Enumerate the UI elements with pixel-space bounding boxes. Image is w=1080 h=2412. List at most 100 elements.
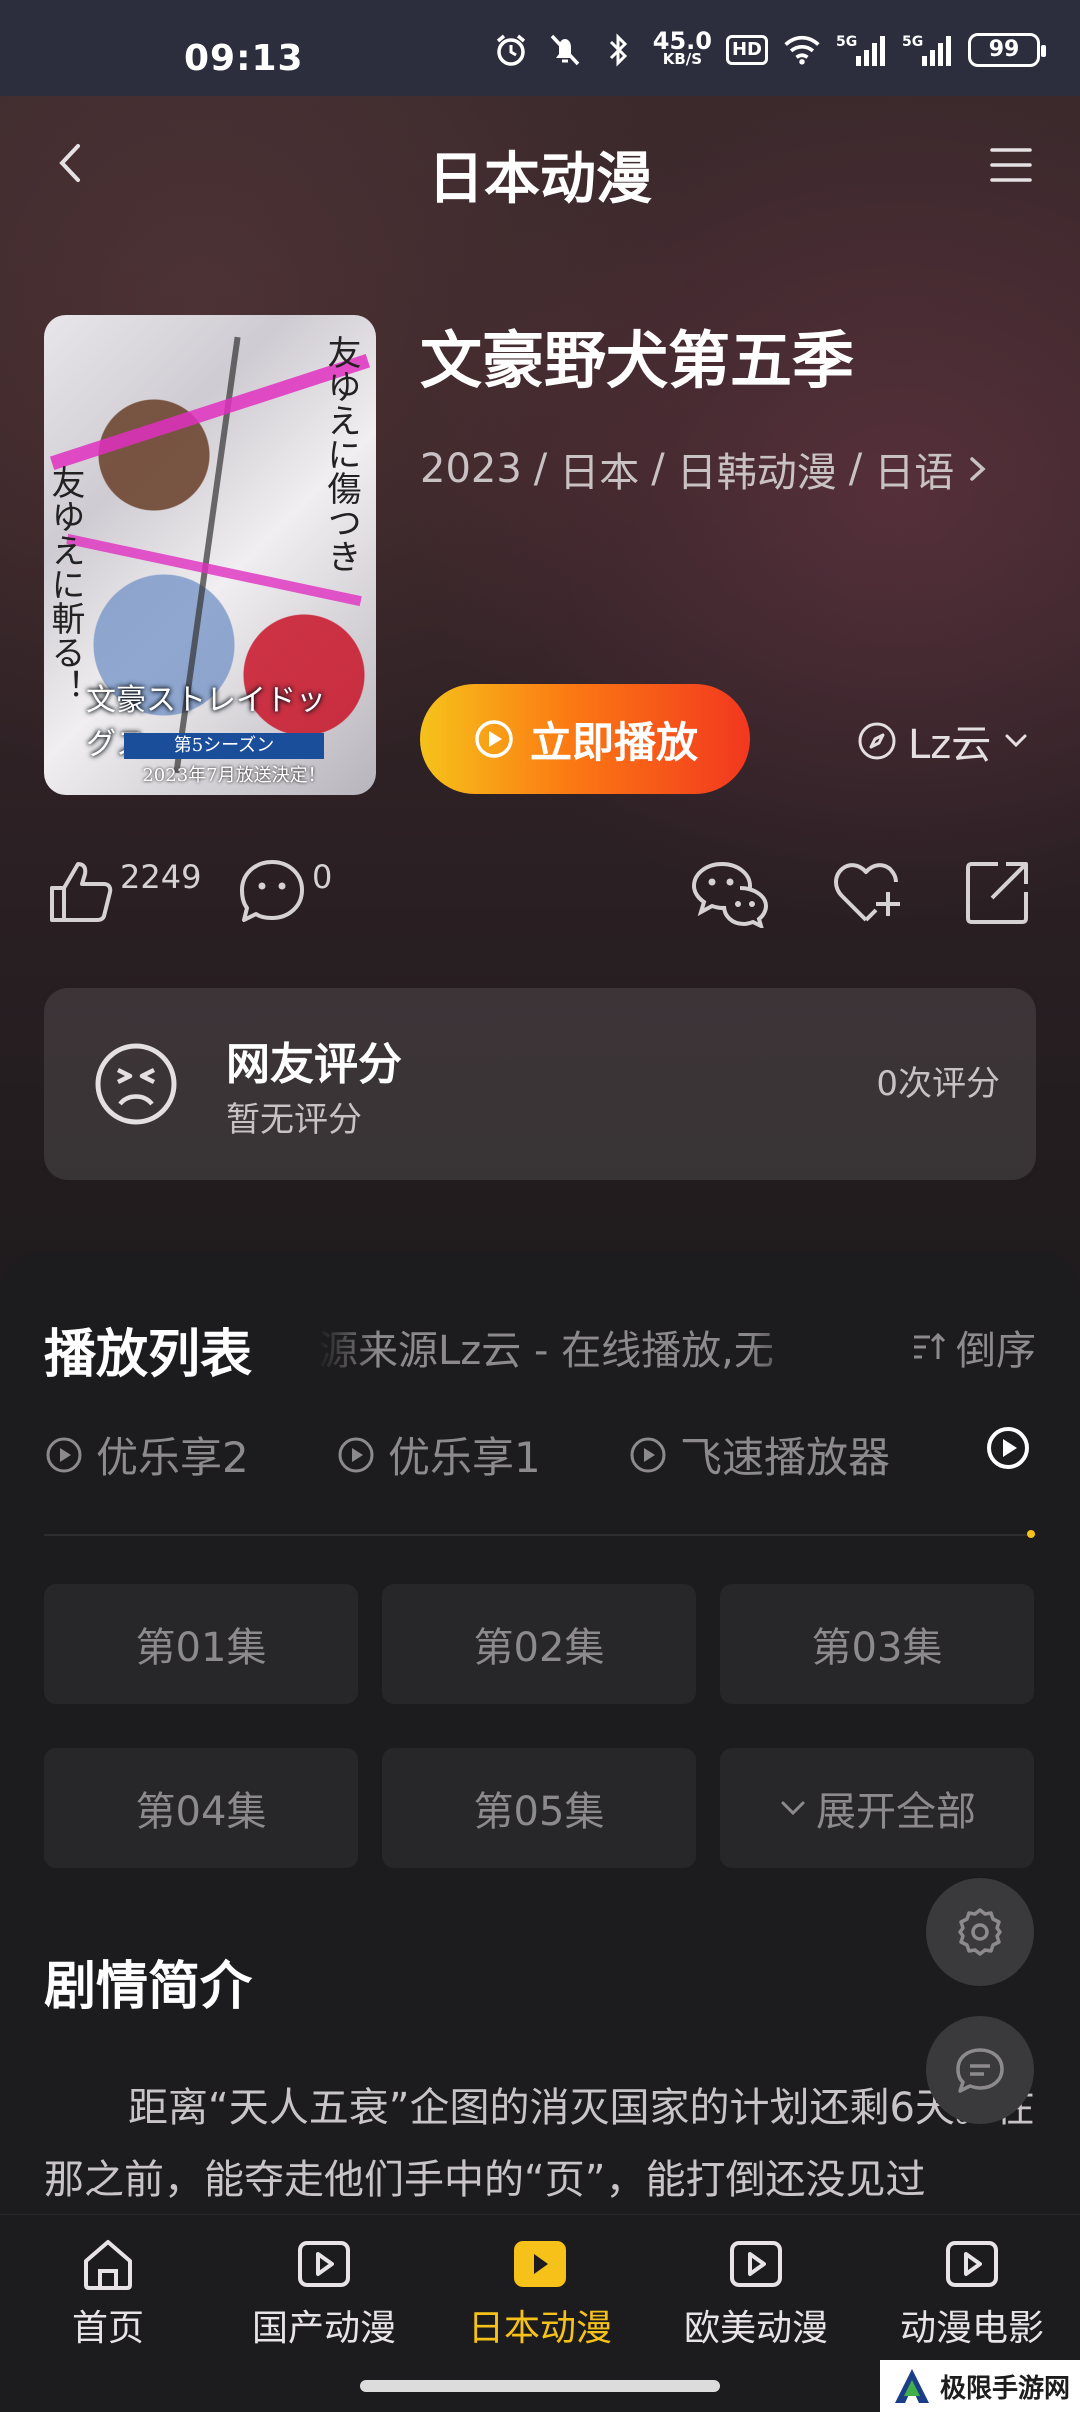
status-bar: 09:13 45.0 KB/S HD 5G 5G 99 bbox=[0, 0, 1080, 96]
source-tab-active[interactable] bbox=[984, 1424, 1032, 1472]
nav-label: 首页 bbox=[71, 2308, 144, 2349]
site-watermark: 极限手游网 bbox=[880, 2360, 1080, 2412]
source-tab-1[interactable]: 优乐享2 bbox=[44, 1424, 249, 1485]
source-info-marquee: 资源来源Lz云 - 在线播放,无 bbox=[318, 1318, 808, 1374]
rating-count: 0次评分 bbox=[876, 1064, 1000, 1104]
app-header: 日本动漫 bbox=[0, 110, 1080, 220]
nav-item-western[interactable]: 欧美动漫 bbox=[648, 2237, 864, 2351]
chat-bubble-icon bbox=[956, 2048, 1004, 2093]
nav-item-movies[interactable]: 动漫电影 bbox=[864, 2237, 1080, 2351]
episode-button[interactable]: 第05集 bbox=[382, 1748, 696, 1868]
expand-all-label: 展开全部 bbox=[816, 1789, 976, 1835]
home-icon bbox=[84, 2240, 132, 2290]
bluetooth-icon bbox=[599, 30, 639, 70]
settings-fab[interactable] bbox=[926, 1878, 1034, 1986]
comment-face-icon bbox=[240, 860, 304, 922]
thumbs-up-icon bbox=[50, 862, 113, 922]
cell-signal-icon-1: 5G bbox=[836, 30, 888, 70]
poster-vertical-text-left: 友ゆえに斬る！ bbox=[45, 465, 85, 703]
source-tab-label: 优乐享2 bbox=[96, 1433, 249, 1482]
play-square-icon bbox=[514, 2241, 566, 2287]
play-now-label: 立即播放 bbox=[529, 717, 698, 767]
home-indicator[interactable] bbox=[360, 2380, 720, 2392]
play-circle-icon bbox=[987, 1427, 1029, 1469]
sort-order-button[interactable]: 倒序 bbox=[910, 1318, 1036, 1376]
compass-icon bbox=[858, 722, 896, 760]
mute-icon bbox=[545, 30, 585, 70]
rating-card[interactable]: 网友评分 暂无评分 0次评分 bbox=[44, 988, 1036, 1180]
show-meta[interactable]: 2023 / 日本 / 日韩动漫 / 日语 bbox=[420, 440, 990, 498]
play-now-button[interactable]: 立即播放 bbox=[420, 684, 750, 794]
like-count: 2249 bbox=[120, 858, 202, 896]
source-label: Lz云 bbox=[908, 722, 992, 768]
episode-button[interactable]: 第02集 bbox=[382, 1584, 696, 1704]
gear-icon bbox=[958, 1908, 1002, 1956]
sort-icon bbox=[914, 1332, 946, 1359]
source-tabs: 优乐享2 优乐享1 飞速播放器 bbox=[44, 1424, 1036, 1494]
nav-item-home[interactable]: 首页 bbox=[0, 2237, 216, 2351]
synopsis-text: 距离“天人五衰”企图的消灭国家的计划还剩6天。在那之前，能夺走他们手中的“页”，… bbox=[44, 2085, 1035, 2203]
battery-indicator: 99 bbox=[968, 33, 1046, 67]
meta-region: 日本 bbox=[559, 450, 640, 496]
expand-all-button[interactable]: 展开全部 bbox=[720, 1748, 1034, 1868]
share-button[interactable] bbox=[962, 858, 1034, 928]
page-title: 日本动漫 bbox=[428, 147, 652, 212]
svg-text:5G: 5G bbox=[836, 34, 857, 50]
nav-label: 动漫电影 bbox=[899, 2308, 1044, 2349]
source-tab-label: 优乐享1 bbox=[388, 1433, 541, 1482]
sort-label: 倒序 bbox=[956, 1328, 1036, 1374]
like-button[interactable]: 2249 bbox=[48, 858, 201, 926]
heart-plus-icon bbox=[834, 863, 900, 922]
active-tab-indicator bbox=[1027, 1530, 1035, 1538]
play-circle-icon bbox=[475, 720, 513, 758]
meta-separator: / bbox=[533, 446, 548, 492]
comment-count: 0 bbox=[312, 858, 333, 896]
source-selector[interactable]: Lz云 bbox=[856, 712, 1031, 770]
chat-fab[interactable] bbox=[926, 2016, 1034, 2124]
episode-button[interactable]: 第04集 bbox=[44, 1748, 358, 1868]
rating-subtitle: 暂无评分 bbox=[226, 1100, 362, 1140]
wifi-icon bbox=[782, 30, 822, 70]
meta-genre: 日韩动漫 bbox=[676, 450, 837, 496]
network-speed: 45.0 KB/S bbox=[652, 27, 712, 68]
show-poster: 友ゆえに傷つき 友ゆえに斬る！ 文豪ストレイドッグス 第5シーズン 2023年7… bbox=[44, 315, 376, 795]
watermark-logo-icon bbox=[895, 2369, 929, 2403]
bottom-navigation: 首页 国产动漫 日本动漫 欧美动漫 动漫电影 bbox=[0, 2214, 1080, 2360]
chevron-down-icon bbox=[1005, 734, 1027, 748]
nav-label: 国产动漫 bbox=[251, 2308, 396, 2349]
poster-air-date: 2023年7月放送決定！ bbox=[142, 765, 326, 786]
nav-label: 欧美动漫 bbox=[683, 2308, 828, 2349]
play-circle-icon bbox=[630, 1437, 666, 1472]
rating-title: 网友评分 bbox=[226, 1039, 402, 1090]
wechat-share-button[interactable] bbox=[691, 858, 772, 930]
playlist-title: 播放列表 bbox=[44, 1325, 253, 1385]
source-tab-3[interactable]: 飞速播放器 bbox=[628, 1424, 890, 1485]
wechat-icon bbox=[691, 861, 769, 930]
poster-vertical-text-right: 友ゆえに傷つき bbox=[321, 335, 361, 573]
external-share-icon bbox=[966, 862, 1028, 924]
add-favorite-button[interactable] bbox=[830, 858, 902, 928]
comment-button[interactable]: 0 bbox=[238, 858, 332, 926]
alarm-icon bbox=[491, 30, 531, 70]
nav-item-domestic[interactable]: 国产动漫 bbox=[216, 2237, 432, 2351]
marquee-text: 资源来源Lz云 - 在线播放,无 bbox=[318, 1328, 774, 1374]
watermark-text: 极限手游网 bbox=[940, 2373, 1071, 2404]
episode-button[interactable]: 第03集 bbox=[720, 1584, 1034, 1704]
meta-separator: / bbox=[848, 446, 863, 492]
play-circle-icon bbox=[46, 1437, 82, 1472]
meta-year: 2023 bbox=[420, 446, 522, 492]
tab-divider bbox=[44, 1534, 1036, 1536]
hd-voice-badge: HD bbox=[725, 35, 768, 65]
menu-button[interactable] bbox=[986, 140, 1036, 190]
cell-signal-icon-2: 5G bbox=[902, 30, 954, 70]
nav-item-japanese[interactable]: 日本动漫 bbox=[432, 2237, 648, 2351]
source-tab-2[interactable]: 优乐享1 bbox=[336, 1424, 541, 1485]
episode-button[interactable]: 第01集 bbox=[44, 1584, 358, 1704]
nav-label: 日本动漫 bbox=[467, 2308, 612, 2349]
svg-text:5G: 5G bbox=[902, 34, 923, 50]
play-circle-icon bbox=[338, 1437, 374, 1472]
play-square-icon bbox=[730, 2241, 782, 2287]
show-title: 文豪野犬第五季 bbox=[420, 324, 855, 397]
synopsis-title: 剧情简介 bbox=[44, 1957, 253, 2017]
poster-season-band: 第5シーズン bbox=[124, 733, 324, 759]
